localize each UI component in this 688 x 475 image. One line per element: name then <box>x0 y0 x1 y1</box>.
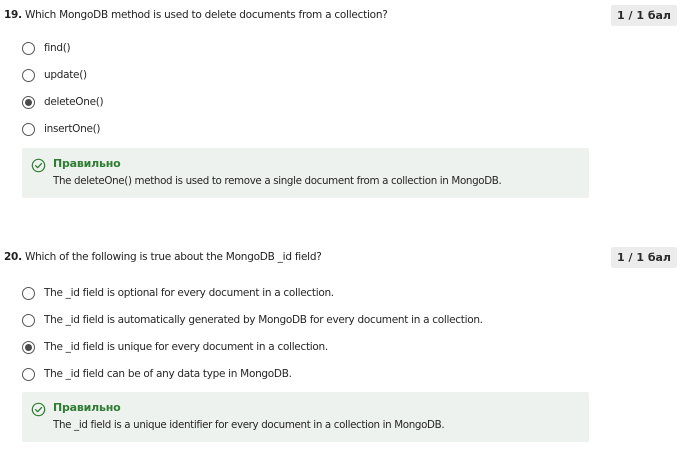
radio-button[interactable] <box>22 367 35 381</box>
radio-button-selected[interactable] <box>22 95 35 109</box>
option-label: The _id field is automatically generated… <box>44 314 483 326</box>
option-label: The _id field is optional for every docu… <box>44 287 334 299</box>
option-label: The _id field is unique for every docume… <box>44 341 328 353</box>
question-number: 20. <box>4 251 22 263</box>
option-find[interactable]: find() <box>22 38 71 58</box>
feedback-text: The deleteOne() method is used to remove… <box>53 175 502 187</box>
question-header: 19. Which MongoDB method is used to dele… <box>0 2 688 30</box>
radio-button-selected[interactable] <box>22 340 35 354</box>
feedback-title: Правильно <box>53 157 121 170</box>
feedback-panel: Правильно The _id field is a unique iden… <box>22 392 589 442</box>
question-text: 20. Which of the following is true about… <box>4 251 322 263</box>
option-id-unique[interactable]: The _id field is unique for every docume… <box>22 337 328 357</box>
option-label: find() <box>44 42 71 54</box>
radio-button[interactable] <box>22 68 35 82</box>
option-label: deleteOne() <box>44 96 104 108</box>
radio-button[interactable] <box>22 41 35 55</box>
question-number: 19. <box>4 9 22 21</box>
feedback-title: Правильно <box>53 401 121 414</box>
score-badge: 1 / 1 бал <box>611 247 677 268</box>
option-update[interactable]: update() <box>22 65 87 85</box>
option-label: The _id field can be of any data type in… <box>44 368 292 380</box>
radio-button[interactable] <box>22 313 35 327</box>
option-insertone[interactable]: insertOne() <box>22 119 101 139</box>
radio-button[interactable] <box>22 286 35 300</box>
check-circle-icon <box>31 158 46 173</box>
feedback-text: The _id field is a unique identifier for… <box>53 419 445 431</box>
option-label: update() <box>44 69 87 81</box>
question-text: 19. Which MongoDB method is used to dele… <box>4 9 388 21</box>
radio-button[interactable] <box>22 122 35 136</box>
question-header: 20. Which of the following is true about… <box>0 244 688 272</box>
score-badge: 1 / 1 бал <box>611 5 677 26</box>
option-deleteone[interactable]: deleteOne() <box>22 92 104 112</box>
option-id-autogenerated[interactable]: The _id field is automatically generated… <box>22 310 483 330</box>
question-prompt: Which of the following is true about the… <box>24 251 322 263</box>
option-id-optional[interactable]: The _id field is optional for every docu… <box>22 283 334 303</box>
question-prompt: Which MongoDB method is used to delete d… <box>24 9 388 21</box>
feedback-panel: Правильно The deleteOne() method is used… <box>22 148 589 198</box>
option-label: insertOne() <box>44 123 101 135</box>
check-circle-icon <box>31 402 46 417</box>
option-id-any-type[interactable]: The _id field can be of any data type in… <box>22 364 292 384</box>
